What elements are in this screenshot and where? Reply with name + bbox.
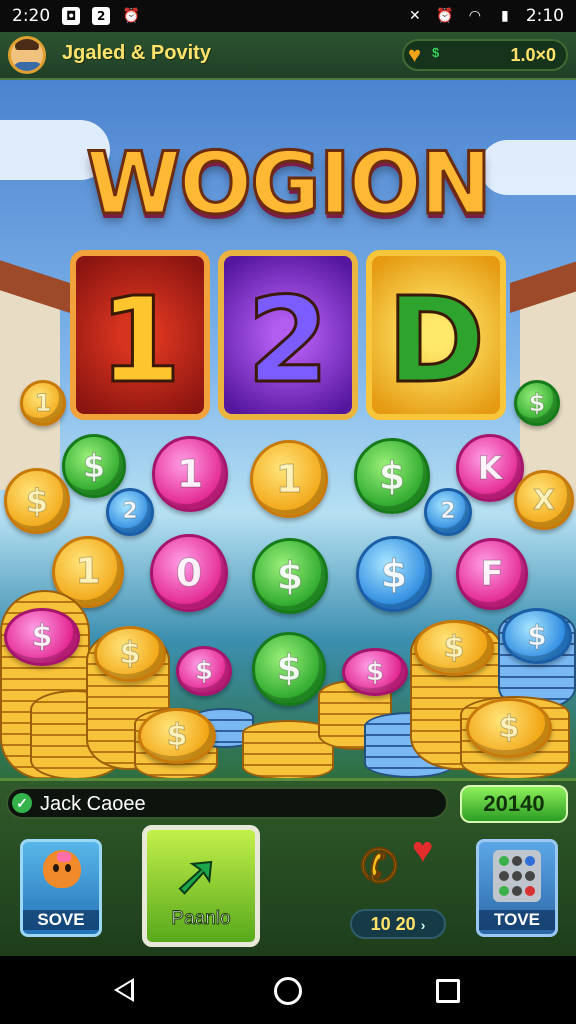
dollar-icon: $ — [432, 45, 440, 60]
heart-icon: ♥ — [408, 42, 422, 67]
coin[interactable]: F — [456, 538, 528, 610]
coin[interactable]: 0 — [150, 534, 228, 612]
player-name: Jgaled & Povity — [62, 42, 211, 64]
coin: $ — [94, 626, 166, 682]
coin: $ — [138, 708, 216, 764]
coin[interactable]: $ — [4, 468, 70, 534]
navigation-bar — [0, 956, 576, 1024]
message-text: Jack Caoee — [40, 793, 146, 815]
avatar[interactable] — [8, 36, 46, 74]
tile-1[interactable]: 1 — [70, 250, 210, 420]
status-time-right: 2:10 — [525, 6, 564, 26]
wifi-icon: ◠ — [468, 8, 481, 24]
heart-icon: ♥ — [412, 829, 434, 870]
bag-icon: ◘ — [62, 7, 81, 25]
coin[interactable]: X — [514, 470, 574, 530]
game-scene: WOGION 1 2 D 1 $ 2 1 1 $ 2 $ $ K 0 $ $ F… — [0, 80, 576, 780]
back-icon[interactable] — [114, 978, 134, 1002]
recent-apps-icon[interactable] — [436, 979, 460, 1003]
coin[interactable]: $ — [514, 380, 560, 426]
notification-icon: 2 — [92, 7, 111, 25]
home-icon[interactable] — [274, 977, 302, 1005]
coin[interactable]: 1 — [152, 436, 228, 512]
save-button[interactable]: SOVE — [20, 839, 102, 937]
main-action-button[interactable]: ➚ Paanlo — [142, 825, 260, 947]
balance-value: 1.0×0 — [510, 45, 556, 65]
tile-2[interactable]: 2 — [218, 250, 358, 420]
tile-3[interactable]: D — [366, 250, 506, 420]
tove-button[interactable]: TOVE — [476, 839, 558, 937]
coin: $ — [502, 608, 572, 664]
pet-icon — [43, 850, 81, 888]
alarm-icon: ⏰ — [436, 8, 454, 24]
coin[interactable]: 1 — [20, 380, 66, 426]
coin[interactable]: $ — [62, 434, 126, 498]
check-icon: ✓ — [12, 793, 32, 813]
no-signal-icon: ✕ — [408, 8, 421, 24]
save-label: SOVE — [23, 910, 99, 930]
balance-pill[interactable]: ♥ $ 1.0×0 — [402, 39, 568, 71]
coin[interactable]: $ — [252, 632, 326, 706]
coin: $ — [4, 608, 80, 666]
coin: $ — [466, 698, 552, 758]
chevron-right-icon: › — [420, 917, 426, 933]
coin[interactable]: $ — [354, 438, 430, 514]
status-time: 2:20 — [12, 6, 51, 26]
coin[interactable]: 2 — [106, 488, 154, 536]
battery-icon: ▮ — [500, 8, 509, 24]
tove-label: TOVE — [479, 910, 555, 930]
alarm-icon: ⏰ — [122, 8, 140, 24]
coin[interactable]: $ — [252, 538, 328, 614]
coin: $ — [414, 620, 494, 676]
bottom-panel: ✓ Jack Caoee 20140 SOVE ➚ Paanlo ✆ ♥ 10 … — [0, 778, 576, 959]
status-bar: 2:20 ◘ 2 ⏰ ✕ ⏰ ◠ ▮ 2:10 — [0, 0, 576, 32]
check-arrow-icon: ➚ — [172, 842, 221, 907]
coin[interactable]: K — [456, 434, 524, 502]
coin: $ — [342, 648, 408, 696]
dots-grid-icon — [493, 850, 541, 902]
phone-counter[interactable]: 10 20 › — [350, 909, 446, 939]
phone-icon[interactable]: ✆ — [355, 836, 404, 896]
coin[interactable]: $ — [356, 536, 432, 612]
game-title: WOGION — [85, 133, 494, 236]
message-bar[interactable]: ✓ Jack Caoee — [6, 787, 448, 819]
coin[interactable]: 1 — [250, 440, 328, 518]
main-action-label: Paanlo — [171, 908, 231, 930]
score-display[interactable]: 20140 — [460, 785, 568, 823]
coin[interactable]: 2 — [424, 488, 472, 536]
coin: $ — [176, 646, 232, 696]
top-bar: Jgaled & Povity ♥ $ 1.0×0 — [0, 32, 576, 80]
